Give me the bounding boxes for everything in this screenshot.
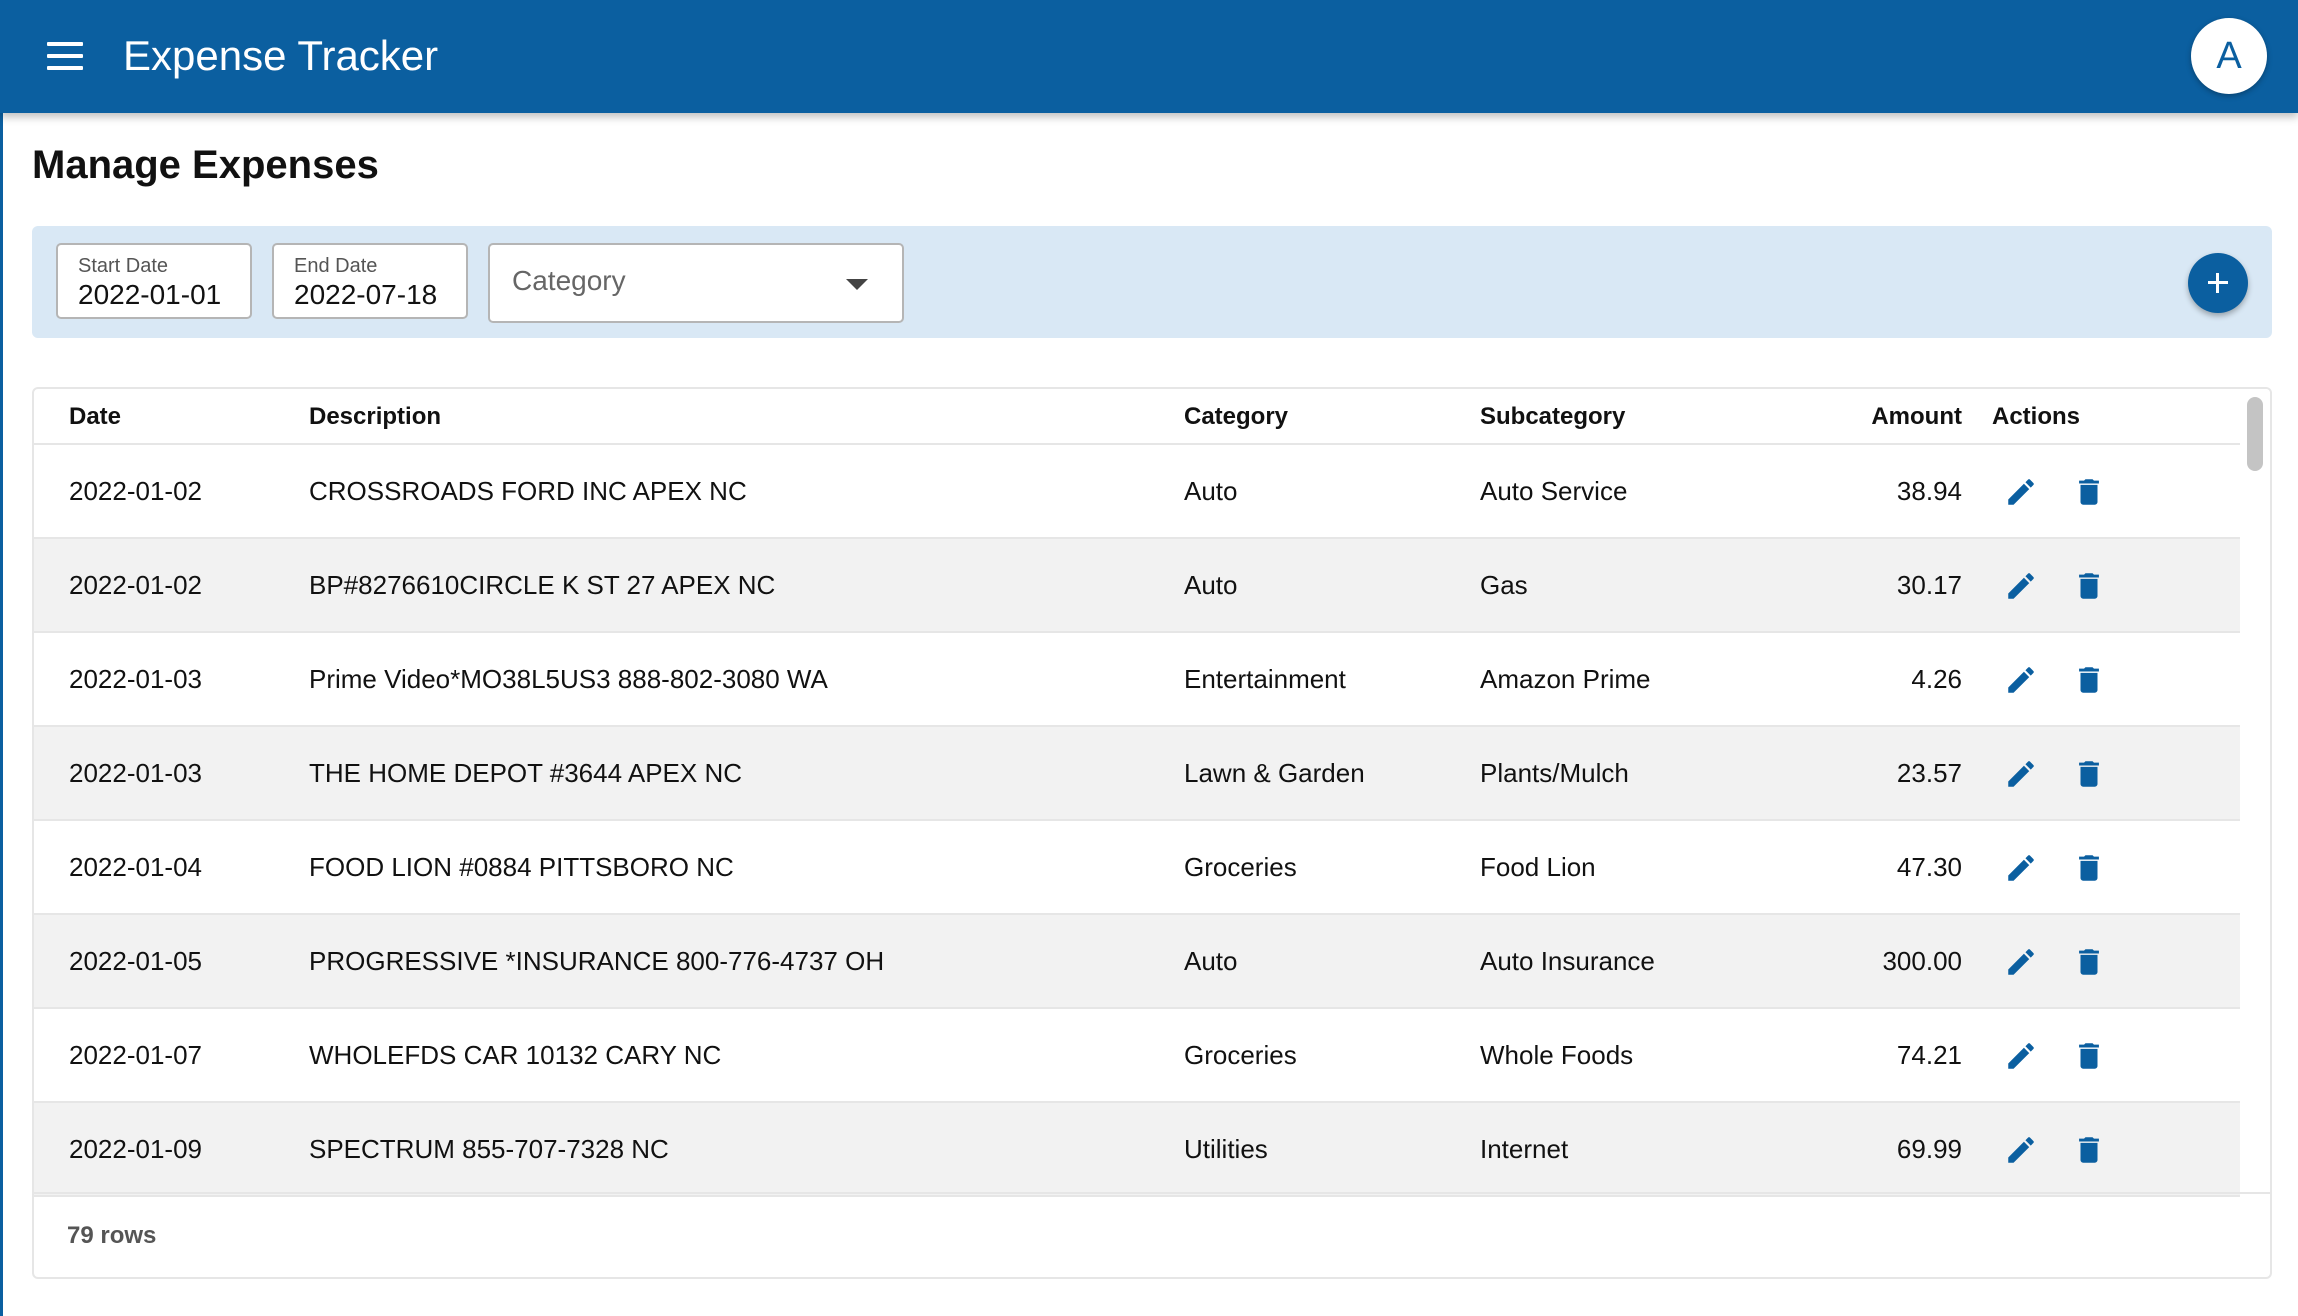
cell-amount: 38.94: [1896, 476, 1962, 506]
cell-amount: 74.21: [1896, 1040, 1962, 1070]
cell-subcategory: Plants/Mulch: [1480, 758, 1629, 788]
row-count: 79 rows: [67, 1222, 157, 1249]
category-select[interactable]: Category: [488, 243, 904, 323]
cell-category: Auto: [1184, 476, 1238, 506]
table-row[interactable]: 2022-01-03 Prime Video*MO38L5US3 888-802-…: [34, 633, 2240, 727]
cell-amount: 4.26: [1911, 664, 1962, 694]
scrollbar-track[interactable]: [2240, 389, 2270, 1192]
column-header-amount[interactable]: Amount: [1871, 403, 1962, 431]
cell-subcategory: Internet: [1480, 1134, 1569, 1164]
pencil-icon[interactable]: [2004, 1039, 2038, 1073]
column-header-date[interactable]: Date: [69, 403, 121, 431]
table-row[interactable]: 2022-01-09 SPECTRUM 855-707-7328 NC Utilit…: [34, 1103, 2240, 1197]
trash-icon[interactable]: [2072, 757, 2106, 791]
expenses-table: Date Description Category Subcategory Am…: [32, 387, 2272, 1279]
cell-description: BP#8276610CIRCLE K ST 27 APEX NC: [309, 570, 776, 600]
cell-description: WHOLEFDS CAR 10132 CARY NC: [309, 1040, 722, 1070]
trash-icon[interactable]: [2072, 569, 2106, 603]
cell-amount: 30.17: [1896, 570, 1962, 600]
table-row[interactable]: 2022-01-03 THE HOME DEPOT #3644 APEX NC La…: [34, 727, 2240, 821]
cell-category: Lawn & Garden: [1184, 758, 1365, 788]
cell-date: 2022-01-03: [69, 758, 202, 788]
cell-subcategory: Whole Foods: [1480, 1040, 1634, 1070]
cell-category: Utilities: [1184, 1134, 1268, 1164]
cell-date: 2022-01-05: [69, 946, 202, 976]
cell-subcategory: Auto Service: [1480, 476, 1628, 506]
table-row[interactable]: 2022-01-02 CROSSROADS FORD INC APEX NC Aut…: [34, 445, 2240, 539]
cell-date: 2022-01-04: [69, 852, 202, 882]
trash-icon[interactable]: [2072, 475, 2106, 509]
cell-subcategory: Gas: [1480, 570, 1528, 600]
column-header-category[interactable]: Category: [1184, 403, 1288, 431]
cell-description: Prime Video*MO38L5US3 888-802-3080 WA: [309, 664, 828, 694]
page-title: Manage Expenses: [32, 143, 379, 187]
cell-amount: 69.99: [1896, 1134, 1962, 1164]
end-date-label: End Date: [294, 255, 378, 277]
pencil-icon[interactable]: [2004, 569, 2038, 603]
table-row[interactable]: 2022-01-04 FOOD LION #0884 PITTSBORO NC Gr…: [34, 821, 2240, 915]
cell-category: Auto: [1184, 946, 1238, 976]
column-header-actions: Actions: [1992, 403, 2081, 430]
cell-subcategory: Auto Insurance: [1480, 946, 1655, 976]
pencil-icon[interactable]: [2004, 945, 2038, 979]
end-date-value[interactable]: 2022-07-18: [294, 279, 437, 311]
cell-subcategory: Food Lion: [1480, 852, 1596, 882]
trash-icon[interactable]: [2072, 663, 2106, 697]
pencil-icon[interactable]: [2004, 851, 2038, 885]
start-date-value[interactable]: 2022-01-01: [78, 279, 221, 311]
table-row[interactable]: 2022-01-05 PROGRESSIVE *INSURANCE 800-776…: [34, 915, 2240, 1009]
cell-date: 2022-01-03: [69, 664, 202, 694]
menu-icon[interactable]: [42, 36, 88, 76]
cell-date: 2022-01-07: [69, 1040, 202, 1070]
trash-icon[interactable]: [2072, 945, 2106, 979]
cell-description: CROSSROADS FORD INC APEX NC: [309, 476, 747, 506]
cell-description: THE HOME DEPOT #3644 APEX NC: [309, 758, 742, 788]
cell-category: Groceries: [1184, 852, 1297, 882]
cell-subcategory: Amazon Prime: [1480, 664, 1651, 694]
category-placeholder: Category: [512, 265, 626, 296]
cell-date: 2022-01-09: [69, 1134, 202, 1164]
table-footer: 79 rows: [34, 1192, 2270, 1277]
cell-amount: 47.30: [1896, 852, 1962, 882]
left-edge-divider: [0, 113, 3, 1316]
start-date-label: Start Date: [78, 255, 169, 277]
cell-description: FOOD LION #0884 PITTSBORO NC: [309, 852, 734, 882]
avatar[interactable]: A: [2191, 18, 2267, 94]
app-bar: Expense Tracker A: [0, 0, 2298, 113]
cell-category: Groceries: [1184, 1040, 1297, 1070]
cell-date: 2022-01-02: [69, 570, 202, 600]
table-header: Date Description Category Subcategory Am…: [34, 389, 2240, 445]
start-date-field[interactable]: Start Date 2022-01-01: [56, 243, 252, 319]
app-root: Expense Tracker A Manage Expenses Start …: [0, 0, 2298, 1316]
cell-amount: 300.00: [1882, 946, 1962, 976]
app-title: Expense Tracker: [123, 32, 439, 79]
trash-icon[interactable]: [2072, 1039, 2106, 1073]
cell-date: 2022-01-02: [69, 476, 202, 506]
column-header-subcategory[interactable]: Subcategory: [1480, 403, 1625, 431]
chevron-down-icon[interactable]: [846, 279, 868, 290]
column-header-description[interactable]: Description: [309, 403, 441, 431]
add-expense-button[interactable]: [2188, 253, 2248, 313]
table-row[interactable]: 2022-01-07 WHOLEFDS CAR 10132 CARY NC Groc…: [34, 1009, 2240, 1103]
trash-icon[interactable]: [2072, 1133, 2106, 1167]
cell-category: Entertainment: [1184, 664, 1346, 694]
cell-description: SPECTRUM 855-707-7328 NC: [309, 1134, 669, 1164]
cell-description: PROGRESSIVE *INSURANCE 800-776-4737 OH: [309, 946, 885, 976]
pencil-icon[interactable]: [2004, 757, 2038, 791]
table-row[interactable]: 2022-01-02 BP#8276610CIRCLE K ST 27 APEX …: [34, 539, 2240, 633]
cell-amount: 23.57: [1896, 758, 1962, 788]
pencil-icon[interactable]: [2004, 1133, 2038, 1167]
trash-icon[interactable]: [2072, 851, 2106, 885]
filter-bar: Start Date 2022-01-01 End Date 2022-07-1…: [32, 226, 2272, 338]
pencil-icon[interactable]: [2004, 475, 2038, 509]
pencil-icon[interactable]: [2004, 663, 2038, 697]
end-date-field[interactable]: End Date 2022-07-18: [272, 243, 468, 319]
cell-category: Auto: [1184, 570, 1238, 600]
scrollbar-thumb[interactable]: [2247, 397, 2263, 471]
